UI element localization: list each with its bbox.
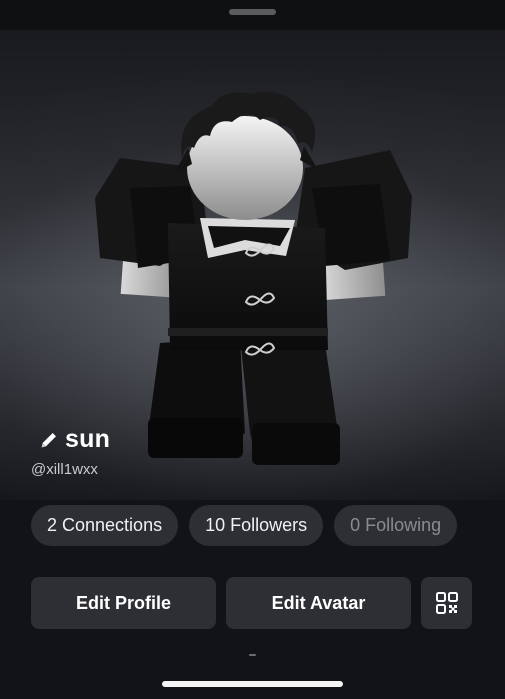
- connections-pill[interactable]: 2 Connections: [31, 505, 179, 546]
- scroll-indicator: [249, 654, 256, 656]
- edit-profile-button[interactable]: Edit Profile: [31, 577, 216, 629]
- qr-code-button[interactable]: [421, 577, 472, 629]
- avatar-showcase: sun @xill1wxx: [0, 30, 505, 500]
- followers-pill[interactable]: 10 Followers: [189, 505, 324, 546]
- avatar-torso: [168, 218, 328, 356]
- avatar-legs: [148, 338, 340, 465]
- profile-actions: Edit Profile Edit Avatar: [31, 577, 472, 629]
- sheet-grabber-handle[interactable]: [229, 9, 276, 15]
- home-indicator[interactable]: [162, 681, 343, 687]
- qr-code-icon: [435, 592, 458, 614]
- sheet-top-bar: [0, 0, 505, 30]
- edit-avatar-button[interactable]: Edit Avatar: [226, 577, 411, 629]
- pencil-icon[interactable]: [38, 429, 60, 451]
- display-name-row[interactable]: sun: [38, 425, 110, 454]
- display-name: sun: [65, 425, 111, 453]
- profile-stats: 2 Connections 10 Followers 0 Following: [31, 505, 458, 546]
- avatar-figure: [95, 91, 412, 465]
- following-pill[interactable]: 0 Following: [334, 505, 458, 546]
- username: @xill1wxx: [31, 461, 98, 478]
